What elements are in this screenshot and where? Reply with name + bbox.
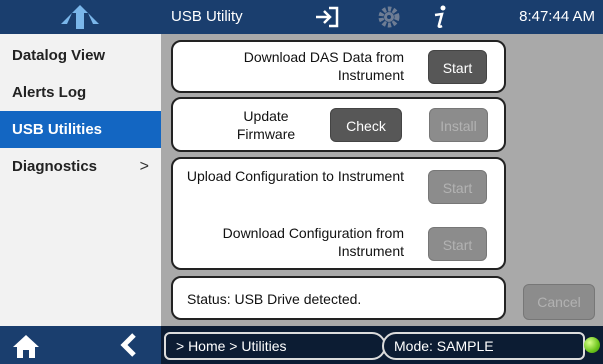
- download-das-label: Download DAS Data from Instrument: [243, 49, 404, 83]
- logo-icon: [61, 5, 99, 29]
- cancel-button[interactable]: Cancel: [523, 284, 595, 320]
- download-config-label: Download Configuration from Instrument: [222, 225, 404, 259]
- footer-nav: [0, 326, 161, 364]
- chevron-right-icon: >: [139, 158, 149, 175]
- top-bar: USB Utility 8:47:44 AM: [161, 0, 603, 34]
- main-panel: Download DAS Data from Instrument Start …: [161, 34, 603, 326]
- back-icon[interactable]: [118, 332, 138, 363]
- logo: [0, 0, 161, 34]
- sidebar-item-usb-utilities[interactable]: USB Utilities: [0, 111, 161, 148]
- sidebar: Datalog View Alerts Log USB Utilities Di…: [0, 0, 161, 364]
- firmware-check-button[interactable]: Check: [330, 108, 402, 142]
- download-das-card: Download DAS Data from Instrument Start: [171, 40, 506, 93]
- download-config-start-button[interactable]: Start: [428, 227, 487, 261]
- upload-config-start-button[interactable]: Start: [428, 170, 487, 204]
- status-card: Status: USB Drive detected.: [171, 276, 506, 320]
- mode-indicator: Mode: SAMPLE: [382, 332, 585, 360]
- info-icon[interactable]: [429, 4, 451, 35]
- firmware-label: Update Firmware: [236, 108, 296, 142]
- sidebar-item-label: Alerts Log: [12, 84, 87, 101]
- clock: 8:47:44 AM: [519, 8, 595, 25]
- sidebar-item-datalog-view[interactable]: Datalog View: [0, 37, 161, 74]
- breadcrumb: > Home > Utilities: [164, 332, 386, 360]
- sidebar-item-diagnostics[interactable]: Diagnostics >: [0, 148, 161, 185]
- home-icon[interactable]: [12, 333, 40, 364]
- configuration-card: Upload Configuration to Instrument Start…: [171, 157, 506, 270]
- download-das-start-button[interactable]: Start: [428, 50, 487, 84]
- status-text: Status: USB Drive detected.: [187, 291, 362, 307]
- firmware-card: Update Firmware Check Install: [171, 97, 506, 152]
- login-icon[interactable]: [313, 4, 341, 35]
- firmware-install-button[interactable]: Install: [429, 108, 488, 142]
- page-title: USB Utility: [171, 8, 243, 25]
- sidebar-item-label: Datalog View: [12, 47, 106, 64]
- sidebar-item-label: Diagnostics: [12, 158, 98, 175]
- upload-config-label: Upload Configuration to Instrument: [186, 168, 404, 184]
- gear-icon[interactable]: [376, 4, 402, 35]
- sidebar-item-alerts-log[interactable]: Alerts Log: [0, 74, 161, 111]
- sidebar-item-label: USB Utilities: [12, 121, 103, 138]
- status-led-icon: [584, 337, 600, 353]
